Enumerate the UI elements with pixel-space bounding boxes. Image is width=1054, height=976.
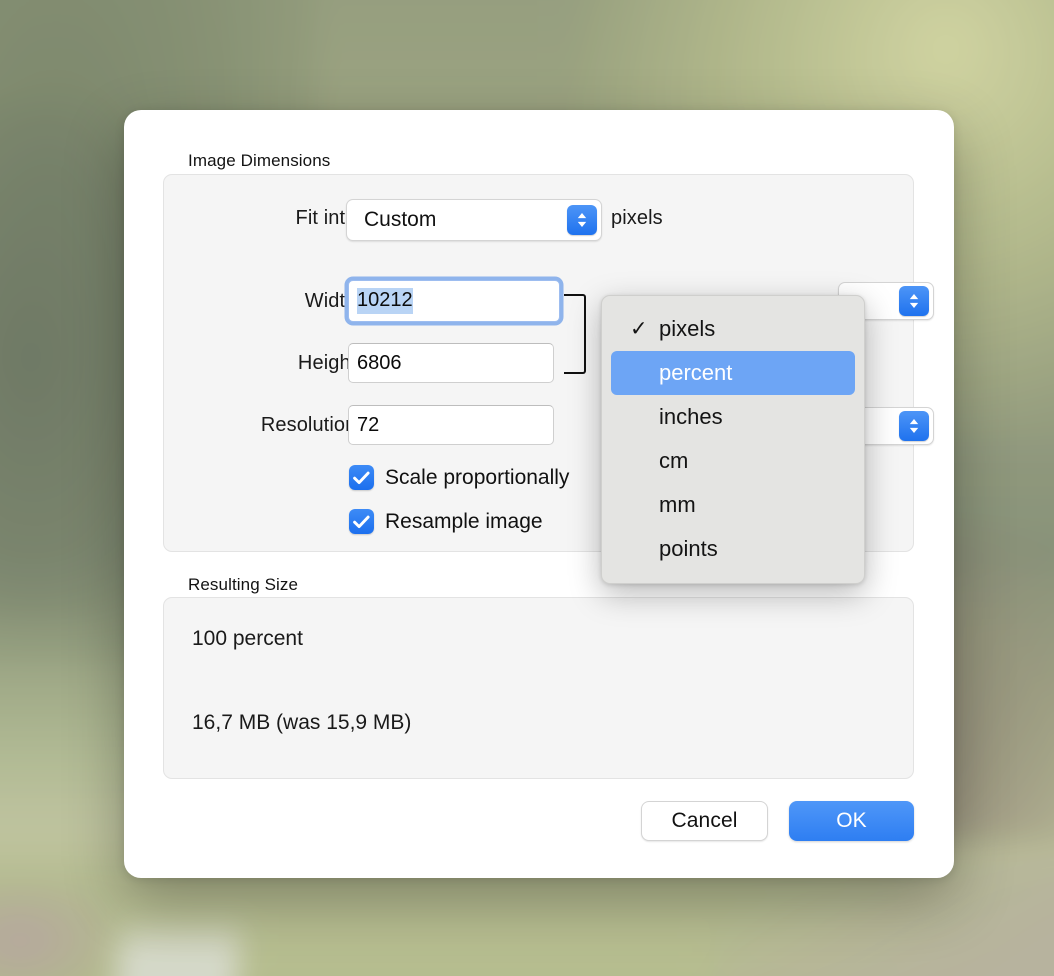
resulting-size-percent: 100 percent [192, 627, 303, 650]
resulting-size-section-label: Resulting Size [188, 575, 299, 594]
menu-item-label: percent [659, 360, 733, 385]
cancel-button[interactable]: Cancel [641, 801, 768, 841]
menu-item-label: pixels [659, 316, 716, 341]
resolution-value: 72 [357, 413, 380, 436]
menu-item-points[interactable]: points [611, 527, 855, 571]
height-label: Height: [297, 352, 362, 374]
chevron-up-down-icon [899, 286, 929, 316]
fit-into-unit-label: pixels [611, 207, 663, 229]
chevron-up-down-icon [567, 205, 597, 235]
fit-into-select[interactable]: Custom [346, 199, 602, 241]
resolution-label: Resolution: [260, 414, 362, 436]
resample-image-checkbox-row[interactable]: Resample image [349, 509, 543, 534]
chevron-up-down-icon [899, 411, 929, 441]
checkbox-checked-icon[interactable] [349, 509, 374, 534]
width-label: Width: [304, 290, 362, 312]
menu-item-label: inches [659, 404, 723, 429]
height-input[interactable]: 6806 [348, 343, 554, 383]
menu-item-label: cm [659, 448, 689, 473]
menu-item-pixels[interactable]: ✓ pixels [611, 307, 855, 351]
checkbox-checked-icon[interactable] [349, 465, 374, 490]
image-dimensions-section-label: Image Dimensions [188, 151, 331, 170]
scale-proportionally-label: Scale proportionally [385, 465, 570, 489]
units-dropdown-menu[interactable]: ✓ pixels percent inches cm mm points [601, 295, 865, 584]
resulting-size-group-box [163, 597, 914, 779]
fit-into-value: Custom [364, 208, 437, 231]
menu-item-label: points [659, 536, 718, 561]
height-value: 6806 [357, 351, 402, 374]
ok-button[interactable]: OK [789, 801, 914, 841]
menu-item-cm[interactable]: cm [611, 439, 855, 483]
width-value: 10212 [357, 288, 413, 314]
aspect-ratio-link-bracket [564, 294, 586, 374]
fit-into-label: Fit into: [295, 207, 362, 229]
resolution-input[interactable]: 72 [348, 405, 554, 445]
menu-item-mm[interactable]: mm [611, 483, 855, 527]
resulting-size-filesize: 16,7 MB (was 15,9 MB) [192, 711, 412, 734]
menu-item-label: mm [659, 492, 696, 517]
checkmark-icon: ✓ [630, 317, 648, 341]
width-input[interactable]: 10212 [348, 280, 560, 322]
cancel-button-label: Cancel [671, 809, 738, 832]
menu-item-percent[interactable]: percent [611, 351, 855, 395]
resample-image-label: Resample image [385, 509, 543, 533]
menu-item-inches[interactable]: inches [611, 395, 855, 439]
scale-proportionally-checkbox-row[interactable]: Scale proportionally [349, 465, 569, 490]
ok-button-label: OK [836, 809, 867, 832]
